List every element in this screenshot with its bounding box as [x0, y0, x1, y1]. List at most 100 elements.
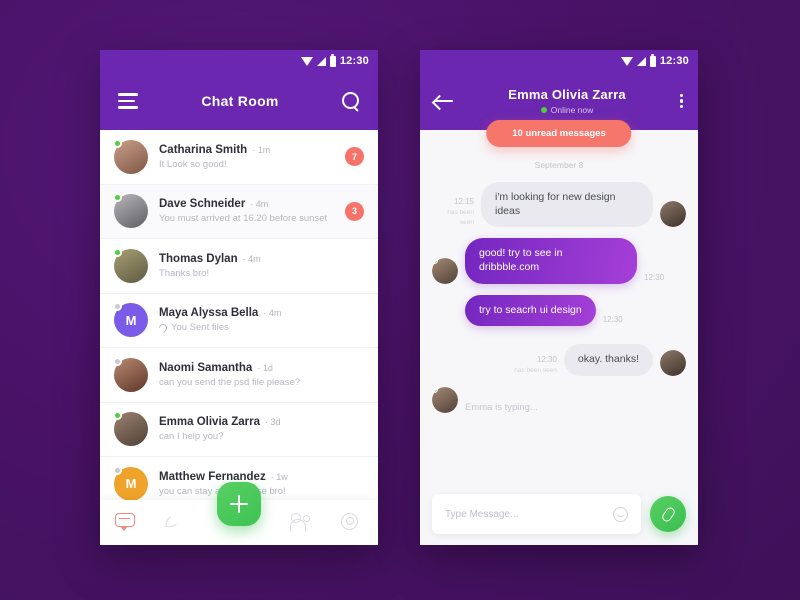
back-arrow-icon[interactable]: [434, 94, 454, 108]
header-center: Emma Olivia Zarra Online now: [454, 87, 680, 115]
avatar: [113, 193, 148, 229]
timestamp: 1w: [271, 472, 288, 482]
avatar: M: [113, 302, 148, 338]
offline-dot: [113, 465, 122, 475]
message-time: 12:30: [602, 315, 623, 325]
new-chat-fab[interactable]: [217, 482, 261, 526]
message-bubble: good! try to see in dribbble.com: [465, 238, 637, 284]
online-dot: [113, 138, 122, 148]
seen-status: has been seen: [514, 367, 557, 375]
chat-list-screen: 12:30 Chat Room Catharina Smith 1m It Lo…: [100, 50, 378, 545]
contact-name: Matthew Fernandez: [159, 470, 266, 483]
avatar-image: [660, 349, 686, 376]
signal-icon: [316, 56, 326, 66]
preview-message: You must arrived at 16.20 before sunset: [159, 213, 328, 225]
avatar: [113, 247, 148, 283]
contact-name: Thomas Dylan: [159, 252, 238, 265]
contact-name: Catharina Smith: [159, 143, 248, 156]
status-text: Online now: [550, 105, 594, 115]
message-row-outgoing: try to seacrh ui design 12:30: [432, 294, 686, 327]
message-row-incoming: 12:15 has been seen i'm looking for new …: [432, 182, 686, 228]
conversation-screen: 12:30 Emma Olivia Zarra Online now 10 un…: [420, 50, 698, 545]
preview-message: It Look so good!: [159, 158, 227, 170]
message-meta: 12:30 has been seen: [514, 354, 557, 376]
chat-list-header: Chat Room: [100, 72, 378, 130]
sidebar-item-settings[interactable]: [341, 512, 363, 533]
list-item[interactable]: Thomas Dylan 4m Thanks bro!: [100, 239, 378, 294]
paperclip-icon: [159, 322, 169, 334]
wifi-icon: [300, 56, 313, 66]
wifi-icon: [620, 56, 633, 66]
contact-name: Maya Alyssa Bella: [159, 307, 259, 320]
list-item[interactable]: Catharina Smith 1m It Look so good! 7: [100, 130, 378, 185]
avatar: [113, 138, 148, 174]
message-bubble: okay. thanks!: [563, 344, 653, 376]
timestamp: 1m: [252, 145, 271, 155]
preview-message: can you send the psd file please?: [159, 376, 301, 388]
message-bubble: try to seacrh ui design: [465, 294, 596, 327]
more-vertical-icon[interactable]: [680, 93, 684, 109]
online-dot: [540, 107, 547, 113]
contact-name: Emma Olivia Zarra: [508, 87, 626, 102]
chat-list[interactable]: Catharina Smith 1m It Look so good! 7 Da…: [100, 130, 378, 510]
battery-icon: [649, 53, 656, 67]
message-time: 12:15: [453, 196, 474, 206]
gear-icon: [341, 512, 359, 530]
status-bar: 12:30: [100, 50, 378, 72]
timestamp: 4m: [263, 308, 282, 318]
status-bar-time: 12:30: [659, 55, 689, 67]
message-meta: 12:15 has been seen: [432, 196, 474, 228]
preview-row: You Sent files: [159, 322, 364, 334]
contact-name: Naomi Samantha: [159, 361, 253, 374]
message-meta: 12:30: [644, 272, 664, 284]
message-list[interactable]: September 8 12:15 has been seen i'm look…: [420, 130, 698, 525]
phone-icon: [164, 511, 182, 529]
avatar: [113, 411, 148, 447]
online-dot: [113, 247, 122, 257]
preview-message: Thanks bro!: [159, 267, 210, 279]
message-time: 12:30: [536, 355, 557, 365]
preview-message: you can stay at my house bro!: [159, 485, 286, 497]
sidebar-item-calls[interactable]: [164, 511, 188, 533]
sidebar-item-chat[interactable]: [114, 512, 137, 533]
sidebar-item-contacts[interactable]: [290, 512, 312, 533]
typing-indicator: Emma is typing...: [465, 401, 538, 413]
message-row-incoming: 12:30 has been seen okay. thanks!: [432, 344, 686, 376]
list-item[interactable]: Naomi Samantha 1d can you send the psd f…: [100, 348, 378, 403]
avatar: M: [113, 465, 148, 501]
timestamp: 1d: [257, 363, 273, 373]
message-input[interactable]: Type Message...: [432, 494, 641, 534]
search-icon[interactable]: [342, 92, 360, 110]
timestamp: 4m: [243, 254, 261, 264]
chat-bubble-icon: [114, 512, 135, 531]
message-input-placeholder: Type Message...: [445, 508, 519, 520]
page-title: Chat Room: [201, 93, 279, 109]
unread-messages-pill[interactable]: 10 unread messages: [486, 120, 632, 147]
signal-icon: [636, 56, 646, 66]
timestamp: 3d: [265, 417, 281, 427]
list-item[interactable]: Emma Olivia Zarra 3d can I help you?: [100, 403, 378, 457]
list-item[interactable]: Dave Schneider 4m You must arrived at 16…: [100, 184, 378, 239]
avatar: [432, 257, 458, 284]
avatar-image: [660, 201, 686, 228]
status-bar-time: 12:30: [339, 55, 369, 67]
message-time: 12:30: [644, 272, 665, 282]
message-bubble: i'm looking for new design ideas: [481, 182, 653, 228]
avatar: [113, 356, 148, 392]
day-separator: September 8: [534, 160, 584, 170]
list-item[interactable]: M Maya Alyssa Bella 4m You Sent files: [100, 294, 378, 348]
unread-badge: 3: [345, 201, 364, 221]
preview-message: You Sent files: [171, 322, 229, 334]
attach-button[interactable]: [650, 496, 686, 532]
status-bar: 12:30: [420, 50, 698, 72]
contact-name: Dave Schneider: [159, 198, 246, 211]
seen-status: has been seen: [447, 208, 474, 226]
contact-name: Emma Olivia Zarra: [159, 416, 260, 429]
avatar: [660, 201, 686, 228]
hamburger-icon[interactable]: [118, 93, 138, 109]
status-badge: Online now: [454, 105, 680, 115]
offline-dot: [113, 356, 122, 366]
emoji-icon[interactable]: [613, 506, 628, 522]
timestamp: 4m: [250, 199, 269, 209]
message-composer: Type Message...: [420, 483, 698, 545]
